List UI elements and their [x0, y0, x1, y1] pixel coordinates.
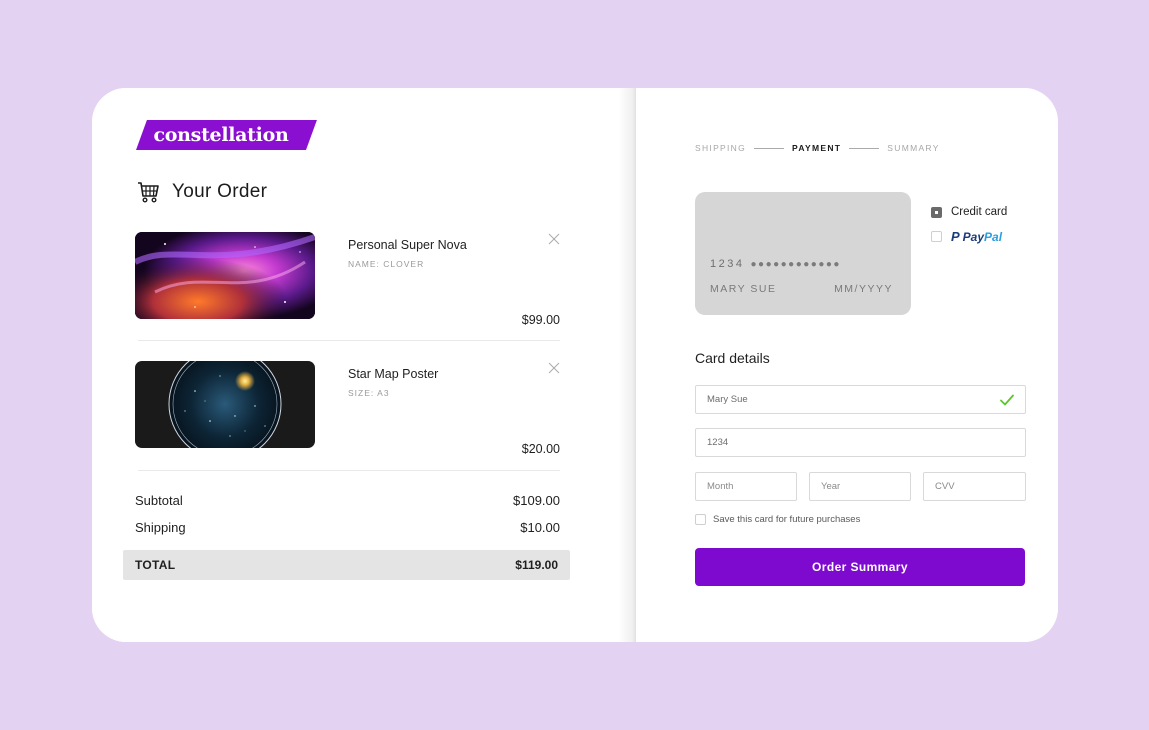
- step-connector: [849, 147, 880, 149]
- divider: [138, 340, 560, 341]
- total-value: $119.00: [515, 558, 558, 572]
- paypal-text-pal: Pal: [984, 229, 1003, 244]
- paypal-option[interactable]: P Pay Pal: [931, 229, 1002, 244]
- item-detail: NAME: CLOVER: [348, 259, 425, 269]
- card-number-mask: ●●●●●●●●●●●●: [750, 258, 841, 270]
- shipping-row: Shipping $10.00: [135, 520, 560, 535]
- card-holder-preview: MARY SUE: [710, 283, 777, 295]
- order-summary-button[interactable]: Order Summary: [695, 548, 1025, 586]
- order-header: Your Order: [136, 178, 267, 206]
- divider: [138, 470, 560, 471]
- card-number-prefix: 1234: [710, 258, 745, 270]
- credit-card-checkbox[interactable]: [931, 206, 942, 218]
- paypal-icon: P: [951, 229, 960, 244]
- super-nova-image: [135, 232, 315, 319]
- credit-card-label: Credit card: [951, 206, 1008, 218]
- card-number-preview: 1234 ●●●●●●●●●●●●: [710, 258, 841, 270]
- step-summary[interactable]: SUMMARY: [887, 143, 939, 153]
- credit-card-preview: 1234 ●●●●●●●●●●●● MARY SUE MM/YYYY: [695, 192, 911, 315]
- item-name: Personal Super Nova: [348, 238, 467, 252]
- save-card-label: Save this card for future purchases: [713, 514, 861, 525]
- checkmark-icon: [1000, 394, 1014, 406]
- card-details-title: Card details: [695, 350, 770, 366]
- step-shipping[interactable]: SHIPPING: [695, 143, 746, 153]
- paypal-text-pay: Pay: [962, 229, 985, 244]
- item-price: $20.00: [521, 442, 560, 456]
- star-map-image: [135, 361, 315, 448]
- payment-panel: SHIPPING PAYMENT SUMMARY 1234 ●●●●●●●●●●…: [636, 88, 1058, 642]
- order-title: Your Order: [172, 181, 268, 202]
- save-card-option[interactable]: Save this card for future purchases: [695, 514, 860, 525]
- item-name: Star Map Poster: [348, 367, 439, 381]
- year-field[interactable]: [809, 472, 911, 501]
- total-label: TOTAL: [135, 558, 176, 572]
- order-panel: constellation Your Order Personal Super …: [92, 88, 635, 642]
- order-item: Personal Super Nova NAME: CLOVER $99.00: [135, 232, 560, 327]
- card-expiry-preview: MM/YYYY: [834, 283, 893, 295]
- paypal-logo: P Pay Pal: [951, 229, 1002, 244]
- cardholder-name-input[interactable]: [696, 386, 1025, 413]
- card-number-field[interactable]: [695, 428, 1026, 457]
- checkout-steps: SHIPPING PAYMENT SUMMARY: [695, 143, 940, 153]
- step-connector: [754, 147, 785, 149]
- close-icon: [548, 362, 560, 374]
- step-payment[interactable]: PAYMENT: [792, 143, 841, 153]
- month-field[interactable]: [695, 472, 797, 501]
- subtotal-label: Subtotal: [135, 493, 183, 508]
- order-item: Star Map Poster SIZE: A3 $20.00: [135, 361, 560, 456]
- subtotal-row: Subtotal $109.00: [135, 493, 560, 508]
- shipping-value: $10.00: [520, 520, 560, 535]
- brand-logo[interactable]: constellation: [136, 120, 317, 150]
- close-icon: [548, 233, 560, 245]
- subtotal-value: $109.00: [513, 493, 560, 508]
- shipping-label: Shipping: [135, 520, 186, 535]
- cvv-field[interactable]: [923, 472, 1026, 501]
- cardholder-name-field[interactable]: [695, 385, 1026, 414]
- item-price: $99.00: [521, 313, 560, 327]
- month-input[interactable]: [696, 473, 796, 500]
- remove-item-button[interactable]: [548, 361, 560, 374]
- panel-divider: [618, 88, 636, 642]
- year-input[interactable]: [810, 473, 910, 500]
- logo-text: constellation: [153, 124, 289, 146]
- card-number-input[interactable]: [696, 429, 1025, 456]
- total-row: TOTAL $119.00: [123, 550, 570, 580]
- remove-item-button[interactable]: [548, 232, 560, 245]
- item-detail: SIZE: A3: [348, 388, 390, 398]
- checkout-card: constellation Your Order Personal Super …: [92, 88, 1058, 642]
- cvv-input[interactable]: [924, 473, 1025, 500]
- save-card-checkbox[interactable]: [695, 514, 706, 525]
- shopping-cart-icon: [138, 182, 159, 203]
- credit-card-option[interactable]: Credit card: [931, 206, 1007, 218]
- paypal-checkbox[interactable]: [931, 231, 942, 242]
